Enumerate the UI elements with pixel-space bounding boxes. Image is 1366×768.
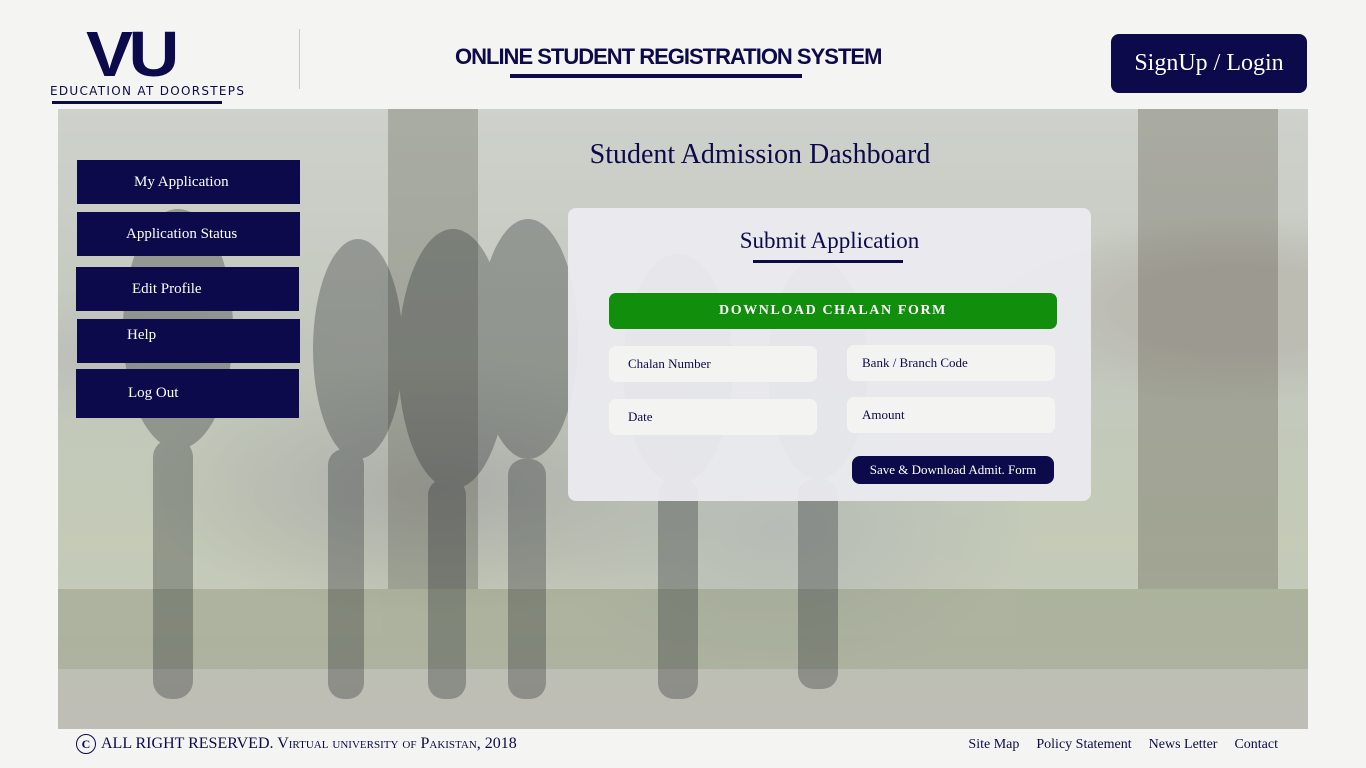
logo-tagline: EDUCATION AT DOORSTEPS — [50, 84, 246, 98]
footer-link-contact[interactable]: Contact — [1234, 737, 1278, 753]
submit-application-panel: Submit Application DOWNLOAD CHALAN FORM … — [568, 208, 1091, 501]
vu-logo[interactable]: VU EDUCATION AT DOORSTEPS — [50, 18, 244, 106]
copyright-notice: C ALL RIGHT RESERVED. Virtual university… — [76, 734, 517, 754]
copyright-text: ALL RIGHT RESERVED. Virtual university o… — [101, 735, 517, 752]
chalan-number-field[interactable] — [609, 346, 817, 382]
copyright-icon: C — [76, 734, 96, 754]
amount-field[interactable] — [847, 397, 1055, 433]
sidebar-item-log-out[interactable]: Log Out — [76, 369, 299, 418]
footer-link-policy-statement[interactable]: Policy Statement — [1036, 737, 1131, 753]
footer-links: Site Map Policy Statement News Letter Co… — [968, 737, 1278, 753]
footer-link-site-map[interactable]: Site Map — [968, 737, 1019, 753]
download-chalan-form-button[interactable]: DOWNLOAD CHALAN FORM — [609, 293, 1057, 329]
footer-link-news-letter[interactable]: News Letter — [1149, 737, 1218, 753]
sidebar-item-application-status[interactable]: Application Status — [77, 212, 300, 256]
page-title: Student Admission Dashboard — [589, 139, 931, 170]
logo-underline — [52, 101, 222, 104]
panel-title-underline — [753, 260, 903, 263]
system-title-underline — [510, 74, 802, 78]
hero-background: Student Admission Dashboard My Applicati… — [58, 109, 1308, 729]
header-divider — [299, 29, 300, 89]
system-title: ONLINE STUDENT REGISTRATION SYSTEM — [455, 44, 882, 69]
bank-branch-code-field[interactable] — [847, 345, 1055, 381]
signup-login-button[interactable]: SignUp / Login — [1111, 34, 1307, 93]
logo-mark: VU — [86, 18, 179, 90]
save-download-admit-form-button[interactable]: Save & Download Admit. Form — [852, 456, 1054, 484]
panel-title: Submit Application — [739, 228, 920, 253]
sidebar-item-help[interactable]: Help — [77, 319, 300, 363]
date-field[interactable] — [609, 399, 817, 435]
sidebar-item-edit-profile[interactable]: Edit Profile — [76, 267, 299, 311]
sidebar-item-my-application[interactable]: My Application — [77, 160, 300, 204]
